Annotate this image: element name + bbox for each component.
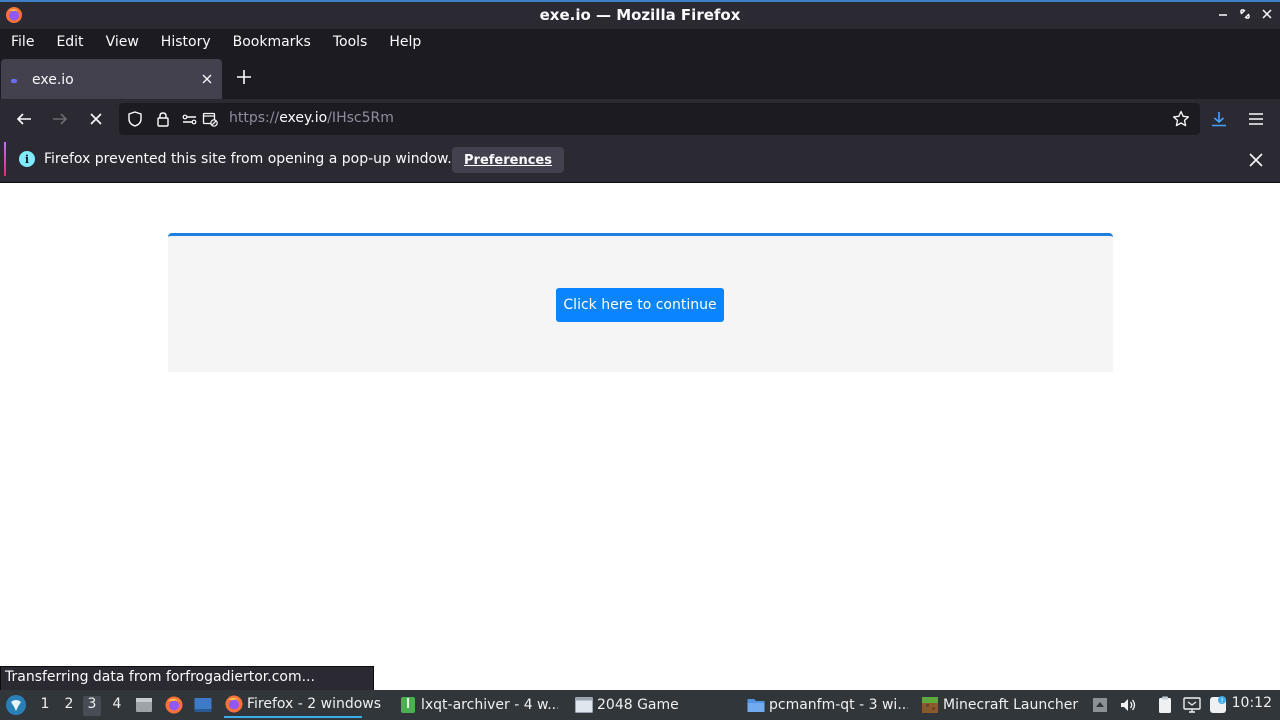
status-panel: Transferring data from forfrogadiertor.c… <box>0 666 374 691</box>
close-notification-icon[interactable] <box>1248 152 1264 168</box>
tracking-protection-shield-icon[interactable] <box>127 111 143 127</box>
url-scheme: https:// <box>229 110 280 126</box>
task-label: pcmanfm-qt - 3 wi... <box>769 697 908 713</box>
maximize-button[interactable] <box>1238 7 1252 21</box>
close-icon <box>1262 9 1272 19</box>
taskbar: 1 2 3 4 Firefox - 2 windows lxqt-archive… <box>0 690 1280 720</box>
maximize-icon <box>1240 9 1250 19</box>
url-host: exey.io <box>279 110 328 126</box>
tray-arrow-icon[interactable] <box>1090 695 1110 715</box>
start-menu-icon[interactable] <box>5 694 27 716</box>
forward-arrow-icon <box>53 113 68 125</box>
bookmark-star-icon[interactable] <box>1172 110 1190 128</box>
url-path: /IHsc5Rm <box>327 110 394 126</box>
tab-label: exe.io <box>32 72 74 88</box>
menu-file[interactable]: File <box>4 34 41 50</box>
close-window-button[interactable] <box>1260 7 1274 21</box>
firefox-launcher-icon[interactable] <box>164 695 184 715</box>
tab-strip: exe.io <box>0 54 1280 99</box>
task-label: 2048 Game <box>597 697 679 713</box>
task-lxqt-archiver[interactable]: lxqt-archiver - 4 w... <box>398 692 558 718</box>
stop-loading-button[interactable] <box>84 107 108 131</box>
workspace-2[interactable]: 2 <box>60 696 78 716</box>
back-button[interactable] <box>12 107 36 131</box>
permissions-icon[interactable] <box>182 111 198 127</box>
desktop-launcher-icon[interactable] <box>193 695 213 715</box>
url-text[interactable]: https://exey.io/IHsc5Rm <box>229 110 394 126</box>
navigation-toolbar: https://exey.io/IHsc5Rm <box>0 99 1280 139</box>
archive-icon <box>401 697 415 713</box>
continue-button[interactable]: Click here to continue <box>556 288 724 322</box>
window-icon <box>575 697 593 713</box>
minimize-button[interactable] <box>1216 7 1230 21</box>
minimize-icon <box>1219 14 1227 16</box>
menu-bar: File Edit View History Bookmarks Tools H… <box>0 29 1280 54</box>
popup-blocked-notification: i Firefox prevented this site from openi… <box>0 139 1280 183</box>
firefox-icon <box>225 695 243 713</box>
svg-text:!: ! <box>1221 697 1224 705</box>
task-label: Firefox - 2 windows <box>247 696 382 712</box>
task-firefox[interactable]: Firefox - 2 windows <box>224 692 381 718</box>
task-label: Minecraft Launcher <box>943 697 1079 713</box>
workspace-3[interactable]: 3 <box>83 696 101 716</box>
menu-view[interactable]: View <box>99 34 146 50</box>
notification-accent <box>4 142 6 176</box>
window-title: exe.io — Mozilla Firefox <box>539 6 741 24</box>
task-minecraft-launcher[interactable]: Minecraft Launcher <box>920 692 1082 718</box>
clipboard-icon[interactable] <box>1155 695 1175 715</box>
downloads-button[interactable] <box>1207 107 1231 131</box>
continue-card: Click here to continue <box>168 233 1113 372</box>
folder-icon <box>747 699 765 712</box>
menu-bookmarks[interactable]: Bookmarks <box>226 34 318 50</box>
back-arrow-icon <box>16 113 31 125</box>
minecraft-icon <box>922 697 938 713</box>
task-label: lxqt-archiver - 4 w... <box>421 697 558 713</box>
screen-icon[interactable] <box>1182 695 1202 715</box>
forward-button[interactable] <box>48 107 72 131</box>
menu-history[interactable]: History <box>154 34 218 50</box>
notification-info-icon[interactable]: ! <box>1208 695 1228 715</box>
task-pcmanfm-qt[interactable]: pcmanfm-qt - 3 wi... <box>746 692 908 718</box>
file-manager-launcher-icon[interactable] <box>134 695 154 715</box>
url-bar[interactable]: https://exey.io/IHsc5Rm <box>119 103 1200 135</box>
notification-message: Firefox prevented this site from opening… <box>44 151 452 167</box>
tab-exe-io[interactable]: exe.io <box>1 59 222 99</box>
download-arrow-icon <box>1212 112 1226 127</box>
taskbar-clock[interactable]: 10:12 <box>1232 695 1272 711</box>
workspace-4[interactable]: 4 <box>108 696 126 716</box>
hamburger-menu-icon <box>1249 113 1263 125</box>
volume-icon[interactable] <box>1118 695 1138 715</box>
popup-blocked-icon[interactable] <box>202 111 218 127</box>
page-content: Click here to continue <box>0 183 1280 665</box>
workspace-1[interactable]: 1 <box>36 696 54 716</box>
new-tab-plus-icon[interactable] <box>235 68 253 86</box>
info-icon: i <box>19 151 35 167</box>
menu-edit[interactable]: Edit <box>49 34 90 50</box>
app-menu-button[interactable] <box>1244 107 1268 131</box>
lock-icon[interactable] <box>155 111 171 127</box>
task-2048-game[interactable]: 2048 Game <box>574 692 724 718</box>
loading-favicon-icon <box>11 79 17 83</box>
menu-help[interactable]: Help <box>382 34 428 50</box>
menu-tools[interactable]: Tools <box>326 34 375 50</box>
stop-x-icon <box>90 113 102 125</box>
preferences-button[interactable]: Preferences <box>452 147 564 173</box>
close-tab-icon[interactable] <box>200 72 214 86</box>
window-titlebar: exe.io — Mozilla Firefox <box>0 0 1280 29</box>
